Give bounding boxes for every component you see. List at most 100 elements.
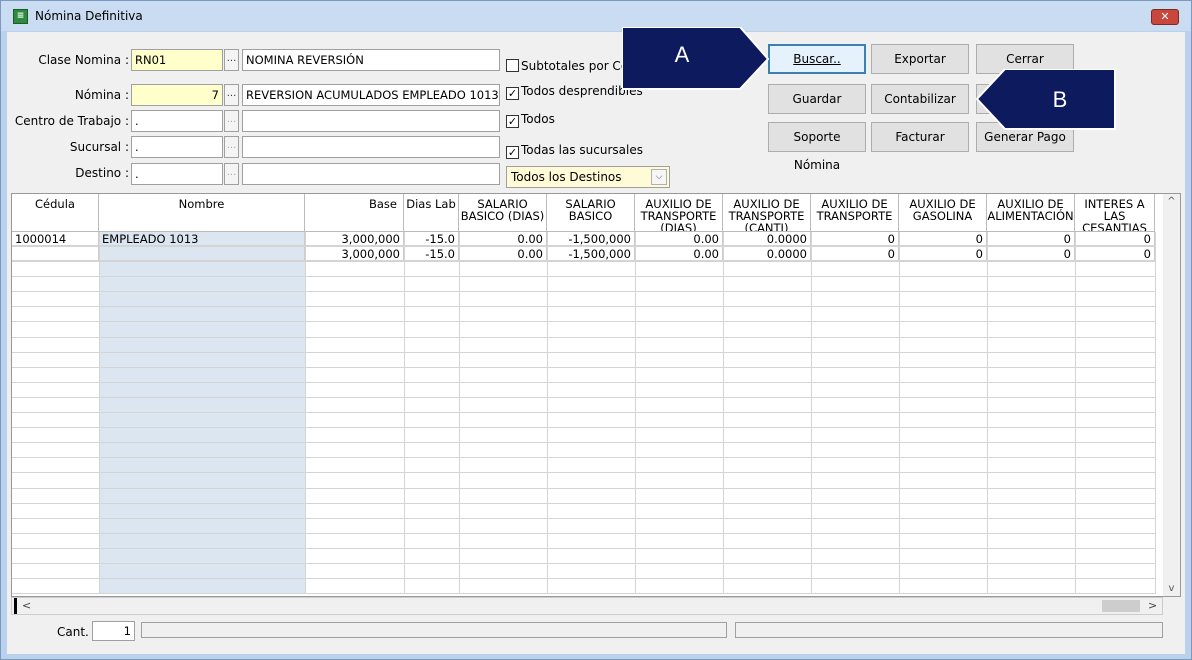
cell-aux-transporte-canti[interactable]: 0.0000 (723, 247, 811, 261)
cell-aux-transporte[interactable]: 0 (811, 232, 899, 246)
row-line (12, 563, 1155, 564)
scroll-down-icon[interactable]: v (1163, 583, 1180, 594)
cell-base[interactable]: 3,000,000 (305, 247, 404, 261)
col-header-nombre[interactable]: Nombre (99, 194, 305, 232)
row-line (12, 442, 1155, 443)
cell-cedula[interactable]: 1000014 (12, 232, 99, 246)
nomina-lookup-button[interactable]: ... (224, 84, 239, 106)
checkmark-icon: ✓ (506, 146, 519, 159)
centro-trabajo-label: Centro de Trabajo : (14, 114, 129, 128)
close-button[interactable]: ✕ (1151, 9, 1179, 25)
subtotales-checkbox[interactable]: Subtotales por Ce (506, 58, 628, 74)
status-panel (735, 622, 1163, 638)
destino-label: Destino : (75, 166, 129, 180)
checkmark-icon: ✓ (506, 115, 519, 128)
facturar-button[interactable]: Facturar (871, 122, 969, 152)
destino-lookup-button[interactable]: ... (224, 163, 239, 185)
sucursal-lookup-button[interactable]: ... (224, 136, 239, 158)
centro-trabajo-desc (242, 110, 500, 132)
col-header-aux-transporte-dias[interactable]: AUXILIO DE TRANSPORTE (DIAS) (635, 194, 723, 232)
cell-nombre[interactable]: EMPLEADO 1013 (99, 232, 305, 246)
cell-cedula[interactable] (12, 247, 99, 261)
cell-aux-transporte-dias[interactable]: 0.00 (635, 232, 723, 246)
scroll-left-icon[interactable]: < (22, 599, 31, 612)
vertical-scrollbar[interactable]: ^ v (1163, 194, 1180, 596)
centro-trabajo-code-input[interactable]: . (131, 110, 223, 132)
col-divider (1075, 232, 1076, 594)
horizontal-scrollbar[interactable]: < > (11, 597, 1163, 615)
payroll-grid[interactable]: Cédula Nombre Base Dias Lab SALARIO BASI… (11, 193, 1181, 597)
col-header-aux-transporte[interactable]: AUXILIO DE TRANSPORTE (811, 194, 899, 232)
row-line (12, 397, 1155, 398)
cell-nombre[interactable] (99, 247, 305, 261)
col-header-salario-dias[interactable]: SALARIO BASICO (DIAS) (459, 194, 547, 232)
cell-aux-gasolina[interactable]: 0 (899, 232, 987, 246)
row-line (12, 337, 1155, 338)
cell-salario-dias[interactable]: 0.00 (459, 247, 547, 261)
col-divider (899, 232, 900, 594)
cell-dias-lab[interactable]: -15.0 (404, 232, 459, 246)
exportar-button[interactable]: Exportar (871, 44, 969, 74)
todos-checkbox[interactable]: ✓ Todos (506, 111, 555, 128)
scroll-thumb[interactable] (1102, 600, 1140, 612)
cell-aux-alimentacion[interactable]: 0 (987, 247, 1075, 261)
guardar-button[interactable]: Guardar (768, 84, 866, 114)
col-divider (987, 232, 988, 594)
destino-code-input[interactable]: . (131, 163, 223, 185)
contabilizar-button[interactable]: Contabilizar (871, 84, 969, 114)
row-line (12, 472, 1155, 473)
col-divider (404, 232, 405, 594)
cell-aux-transporte-canti[interactable]: 0.0000 (723, 232, 811, 246)
destinos-select[interactable]: Todos los Destinos ⌵ (506, 166, 670, 188)
col-header-dias-lab[interactable]: Dias Lab (404, 194, 459, 232)
cell-aux-alimentacion[interactable]: 0 (987, 232, 1075, 246)
annotation-label-b: B (1052, 87, 1068, 112)
col-divider (1155, 232, 1156, 594)
cell-aux-transporte[interactable]: 0 (811, 247, 899, 261)
title-bar: ≡ Nómina Definitiva ✕ (1, 1, 1191, 31)
cell-interes-cesantias[interactable]: 0 (1075, 247, 1155, 261)
row-line (12, 548, 1155, 549)
col-divider (635, 232, 636, 594)
col-header-aux-gasolina[interactable]: AUXILIO DE GASOLINA (899, 194, 987, 232)
cell-aux-gasolina[interactable]: 0 (899, 247, 987, 261)
centro-trabajo-lookup-button[interactable]: ... (224, 110, 239, 132)
scroll-up-icon[interactable]: ^ (1163, 196, 1180, 207)
nomina-code-input[interactable]: 7 (131, 84, 223, 106)
col-header-aux-alimentacion[interactable]: AUXILIO DE ALIMENTACIÓN (987, 194, 1075, 232)
progress-bar (141, 622, 727, 638)
row-line (12, 382, 1155, 383)
spreadsheet-icon: ≡ (13, 9, 28, 24)
cell-aux-transporte-dias[interactable]: 0.00 (635, 247, 723, 261)
clase-nomina-label: Clase Nomina : (38, 53, 129, 67)
cell-base[interactable]: 3,000,000 (305, 232, 404, 246)
soporte-nomina-button[interactable]: Soporte Nómina (768, 122, 866, 172)
buscar-button[interactable]: Buscar.. (768, 44, 866, 74)
checkmark-icon: ✓ (506, 87, 519, 100)
cant-value: 1 (92, 621, 135, 641)
todas-sucursales-checkbox[interactable]: ✓ Todas las sucursales (506, 142, 643, 159)
cell-interes-cesantias[interactable]: 0 (1075, 232, 1155, 246)
clase-nomina-code-input[interactable]: RN01 (131, 49, 223, 71)
row-line (12, 261, 1155, 262)
row-line (12, 503, 1155, 504)
checkbox-box (506, 59, 519, 72)
cell-dias-lab[interactable]: -15.0 (404, 247, 459, 261)
col-header-salario-basico[interactable]: SALARIO BASICO (547, 194, 635, 232)
scroll-right-icon[interactable]: > (1148, 599, 1157, 612)
col-header-base[interactable]: Base (305, 194, 404, 232)
column-marker (14, 598, 17, 614)
row-line (12, 593, 1155, 594)
row-line (12, 291, 1155, 292)
cell-salario-dias[interactable]: 0.00 (459, 232, 547, 246)
cell-salario-basico[interactable]: -1,500,000 (547, 247, 635, 261)
row-line (12, 427, 1155, 428)
clase-nomina-lookup-button[interactable]: ... (224, 49, 239, 71)
cell-salario-basico[interactable]: -1,500,000 (547, 232, 635, 246)
row-line (12, 457, 1155, 458)
sucursal-code-input[interactable]: . (131, 136, 223, 158)
col-header-interes-cesantias[interactable]: INTERES A LAS CESANTIAS (1075, 194, 1155, 232)
col-header-aux-transporte-canti[interactable]: AUXILIO DE TRANSPORTE (CANTI) (723, 194, 811, 232)
col-header-cedula[interactable]: Cédula (12, 194, 99, 232)
nomina-desc: REVERSION ACUMULADOS EMPLEADO 1013: (242, 84, 500, 106)
